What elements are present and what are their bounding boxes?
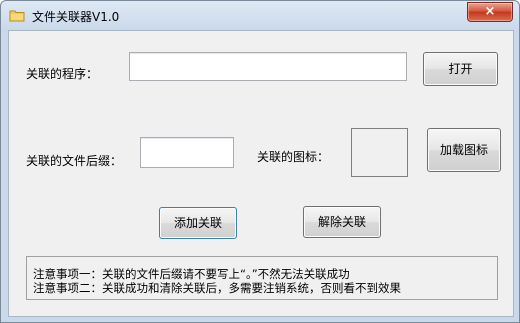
suffix-input[interactable]: [140, 137, 234, 168]
folder-icon: [9, 8, 25, 22]
load-icon-button[interactable]: 加载图标: [427, 128, 501, 172]
close-button[interactable]: ×: [467, 2, 513, 22]
load-icon-button-label: 加载图标: [439, 143, 488, 157]
program-path-input[interactable]: [129, 52, 407, 81]
close-icon: ×: [484, 4, 496, 19]
remove-association-button[interactable]: 解除关联: [303, 206, 381, 238]
add-association-button[interactable]: 添加关联: [159, 207, 237, 239]
title-bar[interactable]: 文件关联器V1.0 ×: [1, 1, 519, 29]
icon-preview: [351, 128, 408, 177]
open-button[interactable]: 打开: [423, 52, 498, 86]
app-window: 文件关联器V1.0 × 关联的程序： 打开 关联的文件后缀： 关联的图标： 加载…: [0, 0, 520, 323]
program-label: 关联的程序：: [26, 67, 99, 81]
open-button-label: 打开: [448, 62, 473, 76]
main-panel: 关联的程序： 打开 关联的文件后缀： 关联的图标： 加载图标 添加关联 解除关联…: [8, 30, 514, 317]
icon-label: 关联的图标：: [257, 150, 330, 164]
remove-association-button-label: 解除关联: [317, 215, 366, 229]
add-association-button-label: 添加关联: [173, 216, 222, 230]
window-title: 文件关联器V1.0: [32, 10, 120, 24]
suffix-label: 关联的文件后缀：: [26, 154, 123, 168]
note-line-2: 注意事项二：关联成功和清除关联后，多需要注销系统，否则看不到效果: [33, 281, 401, 295]
notes-panel: 注意事项一：关联的文件后缀请不要写上“。”不然无法关联成功 注意事项二：关联成功…: [26, 256, 498, 300]
